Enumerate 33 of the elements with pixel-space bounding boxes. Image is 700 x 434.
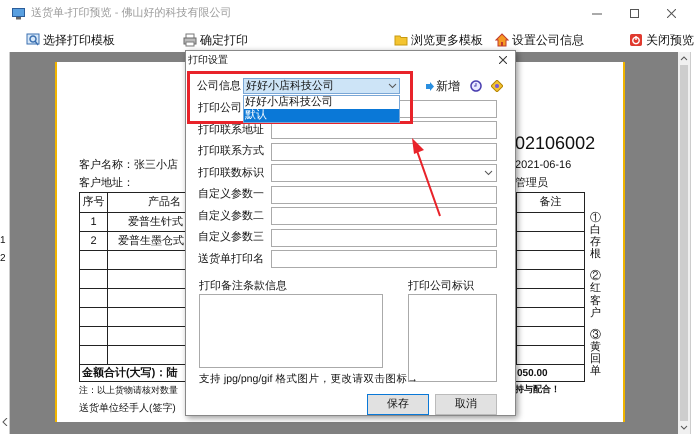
remarks-label: 打印备注条款信息 [199, 278, 288, 292]
field-label: 自定义参数二 [198, 210, 264, 222]
field-label: 打印联系地址 [198, 124, 264, 136]
order-date: 2021-06-16 [515, 158, 572, 173]
field-label: 送货单打印名 [198, 252, 264, 265]
logo-label: 打印公司标识 [408, 279, 475, 292]
company-label: 公司信息 [197, 79, 242, 94]
copy-label: ③黄回单 [590, 328, 601, 378]
field-label: 打印联系方式 [198, 145, 264, 158]
order-number: 02106002 [515, 132, 596, 154]
dialog-title: 打印设置 [188, 54, 228, 68]
table-cell-text: 爱普生针式 [128, 214, 183, 230]
table-header-cell-text: 备注 [538, 194, 562, 210]
field-label: 打印公司 [198, 102, 242, 114]
total-label: 金额合计(大写)：陆 [82, 366, 178, 379]
customer-name: 客户名称：张三小店 [79, 158, 178, 171]
total-value: 050.00 [517, 366, 548, 380]
field-label: 自定义参数三 [198, 231, 264, 244]
copy-label: ①白存根 [590, 212, 601, 260]
window-title: 送货单-打印预览 - 佛山好的科技有限公司 [31, 6, 232, 22]
note-text: 注：以上货物请核对数量 [79, 384, 178, 395]
hint-text: 支持 jpg/png/gif 格式图片，更改请双击图标→ [199, 372, 418, 387]
table-header-cell: 序号 [80, 193, 108, 212]
table-cell-text: 爱普生墨仓式 [118, 234, 184, 249]
copy-label: ②红客户 [590, 270, 601, 319]
customer-address: 客户地址： [79, 176, 134, 189]
field-label: 打印联数标识 [198, 166, 264, 179]
row-number: 2 [0, 252, 7, 266]
operator-name: 管理员 [515, 176, 548, 191]
row-number: 1 [0, 234, 7, 248]
table-cell-text: 1 [90, 214, 97, 230]
signer-label: 送货单位经手人(签字) [79, 402, 176, 416]
table-cell-text: 2 [90, 234, 97, 249]
